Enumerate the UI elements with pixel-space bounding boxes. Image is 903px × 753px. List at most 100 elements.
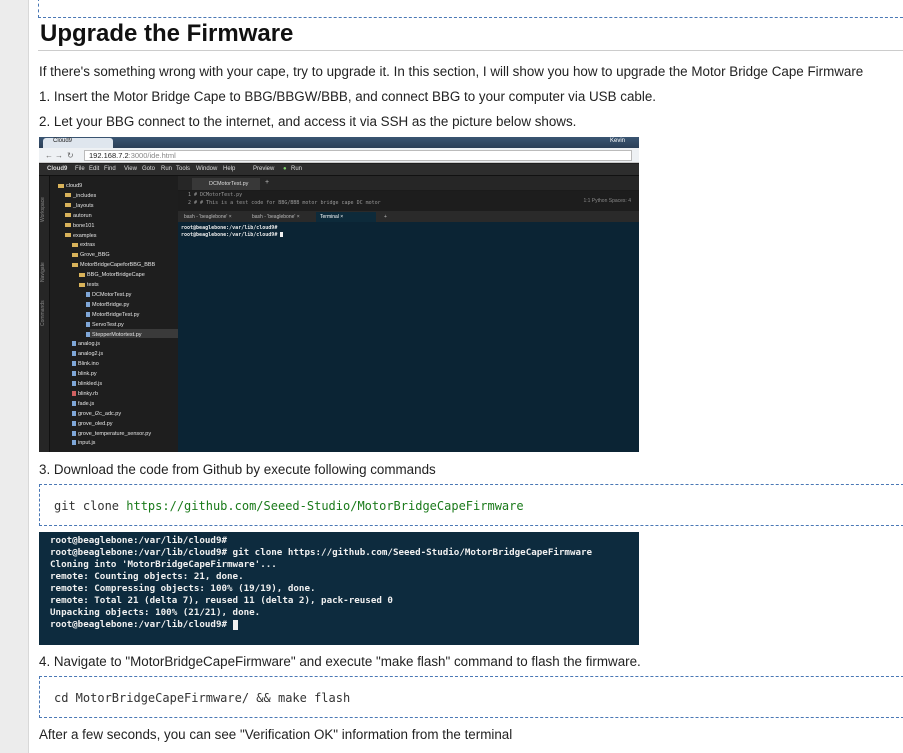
tree-item[interactable]: StepperMotortest.py — [86, 331, 142, 340]
folder-icon — [72, 262, 78, 267]
left-gutter-divider — [28, 0, 29, 753]
tree-item[interactable]: grove_oled.py — [72, 420, 113, 429]
tree-item-label: autorun — [73, 212, 92, 219]
url-path: :3000/ide.html — [128, 151, 176, 160]
terminal-line: root@beaglebone:/var/lib/cloud9# — [181, 232, 284, 238]
wiki-page: Upgrade the Firmware If there's somethin… — [0, 0, 903, 753]
tree-item[interactable]: grove_temperature_sensor.py — [72, 430, 151, 439]
tree-item-label: blinkled.js — [78, 381, 103, 387]
file-icon — [72, 430, 76, 436]
tree-item[interactable]: tests — [79, 281, 99, 290]
browser-tabbar: Cloud9 Kevin — [39, 137, 639, 148]
step-4-text: 4. Navigate to "MotorBridgeCapeFirmware"… — [39, 654, 641, 669]
tree-item[interactable]: DCMotorTest.py — [86, 291, 131, 300]
menu-edit: Edit — [89, 166, 100, 172]
tree-item[interactable]: MotorBridgeTest.py — [86, 311, 139, 320]
tree-item[interactable]: analog.js — [72, 340, 100, 349]
tree-item[interactable]: _layouts — [65, 202, 94, 211]
tree-item[interactable]: blink.py — [72, 370, 97, 379]
terminal-line: remote: Compressing objects: 100% (19/19… — [50, 583, 316, 594]
editor-line: 2 # # This is a test code for BBG/BBB mo… — [188, 200, 381, 206]
folder-icon — [58, 183, 64, 188]
tree-item[interactable]: autorun — [65, 212, 92, 221]
tree-item-label: Grove_BBG — [80, 252, 110, 259]
menu-find: Find — [104, 166, 116, 172]
tree-item-label: MotorBridgeTest.py — [92, 311, 140, 318]
tree-item-label: analog.js — [78, 341, 101, 348]
tree-item[interactable]: examples — [65, 232, 97, 241]
terminal-tab-active: Terminal × — [316, 212, 376, 222]
terminal-screenshot: root@beaglebone:/var/lib/cloud9# root@be… — [39, 532, 639, 645]
tree-item-label: _includes — [73, 192, 97, 199]
menu-goto: Goto — [142, 166, 156, 172]
reload-icon: ↻ — [67, 151, 74, 160]
terminal-line: root@beaglebone:/var/lib/cloud9# git clo… — [50, 547, 593, 558]
file-icon — [72, 390, 76, 396]
editor-line: 1 # DCMotorTest.py — [188, 192, 243, 198]
file-icon — [86, 291, 90, 297]
run-icon: ● — [283, 166, 287, 172]
tree-item[interactable]: blinky.rb — [72, 390, 98, 399]
menu-tools: Tools — [176, 166, 191, 172]
menu-view: View — [124, 166, 137, 172]
tree-item-label: cloud9 — [66, 183, 83, 189]
terminal-tabs: bash - 'beaglebone' × bash - 'beaglebone… — [178, 211, 639, 222]
heading-rule — [38, 50, 903, 51]
tree-item[interactable]: extras — [72, 241, 95, 250]
menu-run: Run — [161, 166, 173, 172]
code-command: git clone — [54, 499, 127, 513]
tree-item-label: bone101 — [73, 222, 95, 229]
code-block-make-flash: cd MotorBridgeCapeFirmware/ && make flas… — [39, 676, 903, 718]
tree-item[interactable]: input.js — [72, 439, 95, 448]
tree-item-label: input.js — [78, 440, 96, 447]
editor-pane: DCMotorTest.py + 1 # DCMotorTest.py 2 # … — [178, 176, 639, 452]
side-label-workspace: Workspace — [40, 197, 46, 222]
tree-item-label: BBG_MotorBridgeCape — [87, 272, 145, 279]
url-host: 192.168.7.2 — [89, 151, 129, 160]
tree-item[interactable]: analog2.js — [72, 350, 103, 359]
tree-item-label: MotorBridge.py — [92, 301, 130, 308]
tree-item-label: DCMotorTest.py — [92, 291, 132, 298]
tree-item-label: grove_i2c_adc.py — [78, 410, 122, 417]
tree-item[interactable]: BBG_MotorBridgeCape — [79, 271, 145, 280]
tree-item[interactable]: Blink.ino — [72, 360, 99, 369]
tree-item[interactable]: _includes — [65, 192, 96, 201]
terminal-line: root@beaglebone:/var/lib/cloud9# — [181, 225, 278, 231]
tree-item[interactable]: cloud9 — [58, 182, 82, 191]
browser-tab: Cloud9 — [43, 138, 113, 148]
tree-item-label: blinky.rb — [78, 390, 99, 397]
tree-item-label: tests — [87, 282, 99, 288]
tree-item[interactable]: grove_i2c_adc.py — [72, 410, 121, 419]
step-2-text: 2. Let your BBG connect to the internet,… — [39, 114, 577, 129]
editor-tab: DCMotorTest.py — [192, 178, 260, 190]
terminal-line: Unpacking objects: 100% (21/21), done. — [50, 607, 261, 618]
tree-item-label: Blink.ino — [78, 361, 99, 368]
tree-item[interactable]: blinkled.js — [72, 380, 102, 389]
folder-icon — [65, 223, 71, 228]
folder-icon — [65, 213, 71, 218]
url-field: 192.168.7.2:3000/ide.html — [84, 150, 632, 161]
file-icon — [72, 410, 76, 416]
terminal-line: Cloning into 'MotorBridgeCapeFirmware'..… — [50, 559, 277, 570]
terminal-prompt: root@beaglebone:/var/lib/cloud9# — [181, 232, 281, 238]
tree-item[interactable]: ServoTest.py — [86, 321, 124, 330]
tree-item[interactable]: MotorBridgeCapeforBBG_BBB — [72, 261, 155, 270]
terminal-cursor — [280, 232, 284, 237]
tree-item-label: ServoTest.py — [92, 321, 124, 328]
tree-item-label: extras — [80, 242, 95, 249]
code-url: https://github.com/Seeed-Studio/MotorBri… — [126, 499, 524, 513]
tree-item[interactable]: MotorBridge.py — [86, 301, 129, 310]
tree-item[interactable]: bone101 — [65, 222, 94, 231]
terminal-add-tab: + — [384, 214, 387, 220]
file-tree: cloud9 _includes _layouts autorun bone101 exa… — [50, 176, 183, 452]
folder-icon — [65, 193, 71, 198]
left-gutter — [0, 0, 28, 753]
file-icon — [72, 361, 76, 367]
menu-window: Window — [196, 166, 218, 172]
editor-status: 1:1 Python Spaces: 4 — [583, 198, 631, 204]
terminal-tab: bash - 'beaglebone' × — [184, 214, 232, 220]
tree-item[interactable]: Grove_BBG — [72, 251, 110, 260]
tree-item[interactable]: fade.js — [72, 400, 94, 409]
folder-icon — [72, 242, 78, 247]
file-icon — [86, 311, 90, 317]
